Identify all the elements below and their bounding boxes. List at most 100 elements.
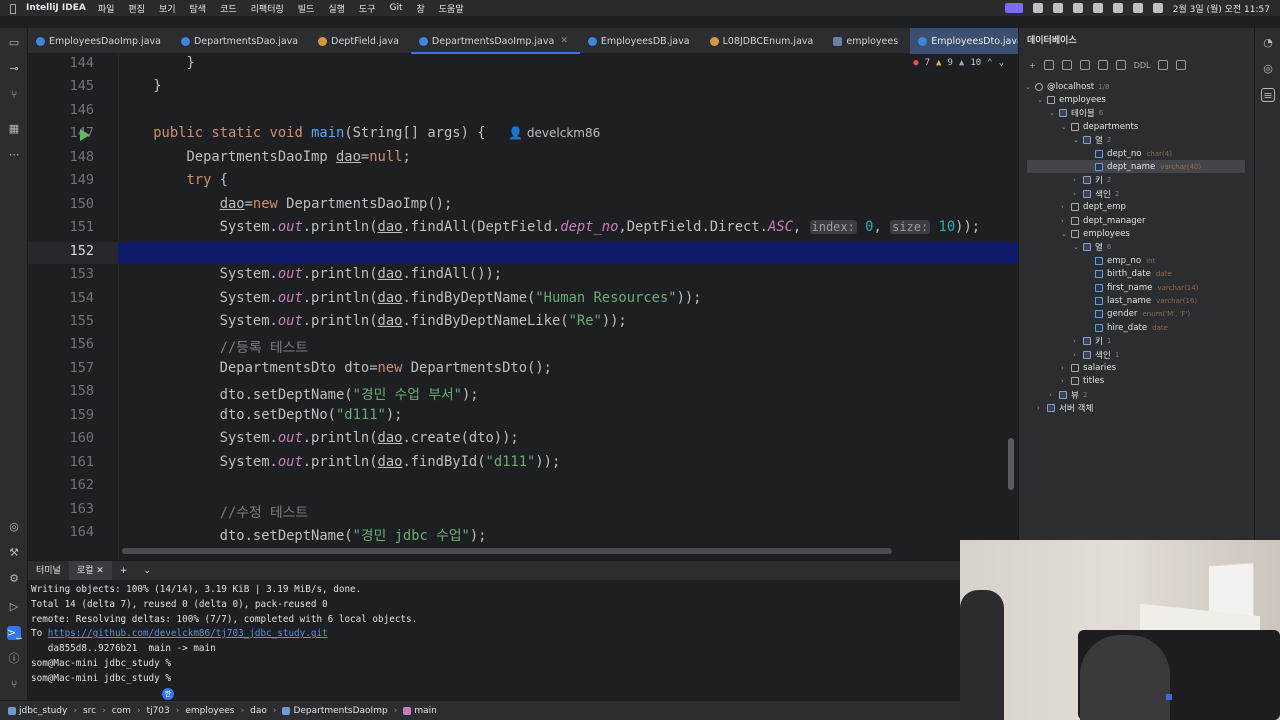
chevron-right-icon[interactable]: › [1037, 404, 1047, 412]
tab-departments-dao[interactable]: DepartmentsDao.java [173, 28, 310, 54]
tree-node-emp_no[interactable]: emp_no int [1085, 254, 1155, 267]
line-number[interactable]: 161 [28, 454, 94, 470]
tree-node-localhost[interactable]: ⌄ @localhost 1/8 [1025, 80, 1109, 93]
pull-request-icon[interactable]: ⑂ [7, 88, 21, 102]
code-line[interactable]: System.out.println(dao.findByDeptNameLik… [120, 313, 627, 329]
breadcrumb-item[interactable]: main [414, 706, 437, 716]
tab-employees-db[interactable]: EmployeesDB.java [580, 28, 702, 54]
tab-employees-dao-imp[interactable]: EmployeesDaoImp.java [28, 28, 173, 54]
tree-node-departments[interactable]: ⌄ departments [1061, 120, 1138, 133]
menu-git[interactable]: Git [389, 3, 402, 13]
jump-to-source-icon[interactable] [1158, 60, 1169, 70]
line-number[interactable]: 164 [28, 524, 94, 540]
stop-icon[interactable] [1079, 60, 1090, 70]
close-icon[interactable]: ✕ [96, 566, 104, 576]
chevron-down-icon[interactable]: ⌄ [1061, 123, 1071, 131]
apple-icon[interactable]:  [0, 2, 26, 15]
chevron-down-icon[interactable]: ⌄ [1073, 136, 1083, 144]
line-number[interactable]: 163 [28, 501, 94, 517]
run-icon[interactable]: ▷ [7, 600, 21, 614]
line-number[interactable]: 144 [28, 55, 94, 71]
tree-node-dept_no[interactable]: dept_no char(4) [1085, 147, 1172, 160]
tree-node-last_name[interactable]: last_name varchar(16) [1085, 294, 1197, 307]
menu-code[interactable]: 코드 [220, 2, 237, 15]
chevron-right-icon[interactable]: › [1049, 391, 1059, 399]
chevron-down-icon[interactable]: ⌄ [1061, 230, 1071, 238]
line-number[interactable]: 145 [28, 78, 94, 94]
code-line[interactable]: System.out.println(dao.findAll(DeptField… [120, 219, 980, 235]
horizontal-scrollbar[interactable] [122, 548, 892, 554]
code-line[interactable]: } [120, 55, 194, 71]
code-line[interactable]: dao=new DepartmentsDaoImp(); [120, 196, 453, 212]
tree-node-birth_date[interactable]: birth_date date [1085, 268, 1172, 281]
run-main-icon[interactable] [80, 129, 90, 142]
menubar-clock[interactable]: 2월 3일 (월) 오전 11:57 [1173, 2, 1270, 15]
ddl-button[interactable]: DDL [1134, 61, 1151, 70]
search-icon[interactable] [1152, 3, 1163, 13]
tab-departments-dao-imp[interactable]: DepartmentsDaoImp.java ✕ [410, 28, 580, 54]
tree-node-dept_name[interactable]: dept_name varchar(40) [1027, 160, 1245, 174]
tree-node-hire_date[interactable]: hire_date date [1085, 321, 1168, 334]
code-line[interactable]: dto.setDeptNo("d111"); [120, 407, 403, 423]
tab-employees-dto[interactable]: EmployeesDto.java [910, 28, 1035, 54]
tree-node-first_name[interactable]: first_name varchar(14) [1085, 281, 1198, 294]
chevron-down-icon[interactable]: ⌄ [1049, 109, 1059, 117]
code-line[interactable]: //수정 테스트 [120, 501, 308, 521]
status-icon[interactable] [1072, 3, 1083, 13]
breadcrumb-item[interactable]: src [83, 706, 96, 716]
code-line[interactable]: try { [120, 172, 228, 188]
line-number[interactable]: 159 [28, 407, 94, 423]
breadcrumb-item[interactable]: com [112, 706, 131, 716]
chevron-right-icon[interactable]: › [1073, 176, 1083, 184]
code-line[interactable]: System.out.println(dao.findByDeptName("H… [120, 290, 702, 306]
line-number[interactable]: 155 [28, 313, 94, 329]
line-number[interactable]: 154 [28, 290, 94, 306]
breadcrumb-item[interactable]: employees [185, 706, 234, 716]
code-line[interactable]: System.out.println(dao.create(dto)); [120, 430, 519, 446]
new-terminal-button[interactable]: + [112, 561, 136, 581]
commit-icon[interactable]: ⊸ [7, 62, 21, 76]
project-icon[interactable]: ▭ [7, 36, 21, 50]
chevron-down-icon[interactable]: ⌄ [1073, 243, 1083, 251]
chevron-right-icon[interactable]: › [1061, 203, 1071, 211]
line-number[interactable]: 157 [28, 360, 94, 376]
database-tool-icon[interactable]: ◎ [7, 520, 21, 534]
menu-help[interactable]: 도움말 [439, 2, 464, 15]
tab-l08-jdbc-enum[interactable]: L08JDBCEnum.java [702, 28, 826, 54]
tree-node-employees[interactable]: ⌄ employees [1037, 93, 1106, 106]
notifications-icon[interactable]: ◔ [1261, 36, 1275, 50]
more-tabs-icon[interactable]: ⋮ [999, 34, 1010, 47]
chevron-right-icon[interactable]: › [1061, 364, 1071, 372]
breadcrumb-item[interactable]: jdbc_study [19, 706, 67, 716]
tab-local-terminal[interactable]: 로컬 ✕ [68, 560, 112, 581]
menu-run[interactable]: 실행 [328, 2, 345, 15]
chevron-right-icon[interactable]: › [1061, 217, 1071, 225]
code-line[interactable]: public static void main(String[] args) {… [120, 125, 600, 141]
breadcrumb-item[interactable]: tj703 [147, 706, 170, 716]
menu-refactor[interactable]: 리팩터링 [251, 2, 284, 15]
structure-icon[interactable]: ▦ [7, 122, 21, 136]
add-icon[interactable]: + [1029, 61, 1036, 70]
status-icon[interactable] [1032, 3, 1043, 13]
menu-view[interactable]: 보기 [159, 2, 176, 15]
view-options-icon[interactable] [1176, 60, 1187, 70]
tree-node-gender[interactable]: gender enum('M', 'F') [1085, 308, 1190, 321]
menu-tools[interactable]: 도구 [359, 2, 376, 15]
menu-build[interactable]: 빌드 [298, 2, 315, 15]
tab-dept-field[interactable]: DeptField.java [310, 28, 411, 54]
line-number[interactable]: 148 [28, 149, 94, 165]
tree-node-employees[interactable]: ⌄ employees [1061, 227, 1130, 240]
breadcrumb-item[interactable]: DepartmentsDaoImp [293, 706, 387, 716]
wifi-icon[interactable] [1132, 3, 1143, 13]
line-number[interactable]: 149 [28, 172, 94, 188]
datasource-properties-icon[interactable] [1043, 60, 1054, 70]
chevron-right-icon[interactable]: › [1073, 351, 1083, 359]
tree-node-[interactable]: › 색인 1 [1073, 348, 1119, 361]
chevron-right-icon[interactable]: › [1073, 337, 1083, 345]
app-name[interactable]: IntelliJ IDEA [26, 3, 86, 13]
chevron-down-icon[interactable]: ⌄ [1025, 83, 1035, 91]
build-icon[interactable]: ⚒ [7, 546, 21, 560]
more-tools-icon[interactable]: ⋯ [7, 148, 21, 162]
code-line[interactable]: dto.setDeptName("경민 jdbc 수업"); [120, 524, 487, 544]
table-view-icon[interactable] [1115, 60, 1126, 70]
